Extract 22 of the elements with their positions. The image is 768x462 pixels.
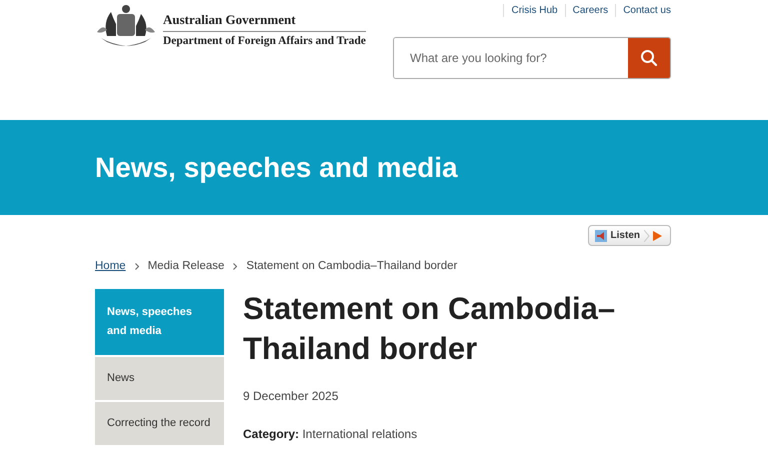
breadcrumb-item: Statement on Cambodia–Thailand border [246,260,458,272]
sidebar-item[interactable]: News [95,357,224,402]
breadcrumb-item: Media Release [148,260,224,272]
utility-link[interactable]: Contact us [615,4,671,17]
listen-button[interactable]: Listen [588,225,671,246]
agency-name: Australian Government [163,12,366,32]
utility-link[interactable]: Careers [564,4,616,17]
search-button[interactable] [628,38,670,78]
article-title: Statement on Cambodia–Thailand border [243,290,616,368]
utility-link[interactable]: Crisis Hub [503,4,565,17]
department-name: Department of Foreign Affairs and Trade [163,34,366,47]
sidebar-item[interactable]: Correcting the record [95,402,224,447]
breadcrumb-link[interactable]: Home [95,260,126,272]
play-icon [644,230,664,242]
article-date: 9 December 2025 [243,389,340,403]
article-category: Category: International relations [243,427,418,441]
search-icon [640,49,658,67]
chevron-icon [134,262,139,270]
search-field[interactable]: What are you looking for? [393,37,671,79]
speaker-icon [594,230,607,242]
banner-title: News, speeches and media [95,152,458,184]
chevron-icon [233,262,238,270]
